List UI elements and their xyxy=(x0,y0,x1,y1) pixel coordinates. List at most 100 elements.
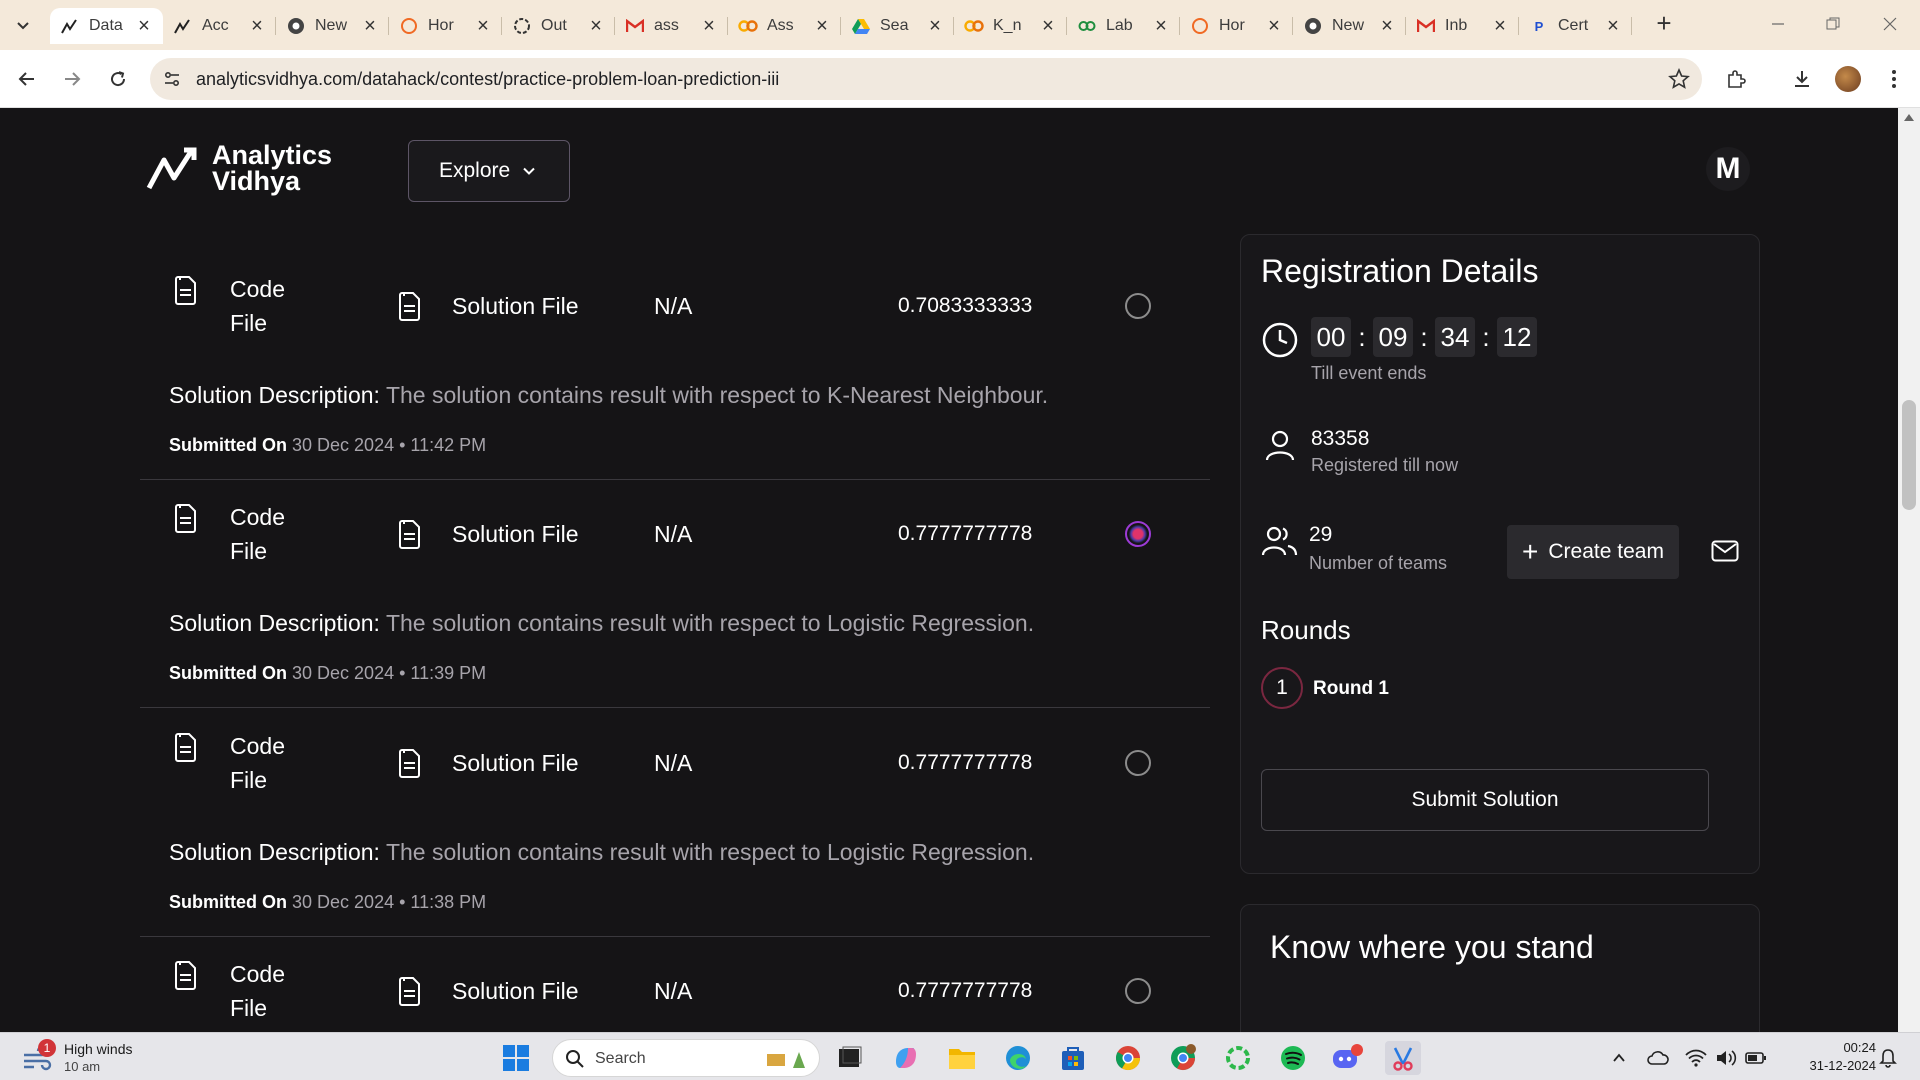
forward-button[interactable] xyxy=(57,64,87,94)
solution-file-link[interactable]: Solution File xyxy=(452,293,579,320)
browser-tab[interactable]: P Cert × xyxy=(1519,8,1632,44)
solution-file-link[interactable]: Solution File xyxy=(452,750,579,777)
task-view-button[interactable] xyxy=(832,1041,868,1075)
select-submission-radio[interactable] xyxy=(1125,750,1151,776)
submitted-key: Submitted On xyxy=(169,892,287,912)
volume-icon[interactable] xyxy=(1715,1047,1737,1069)
edge-button[interactable] xyxy=(1000,1041,1036,1075)
tab-close-icon[interactable]: × xyxy=(700,16,718,36)
extensions-button[interactable] xyxy=(1721,64,1751,94)
browser-tab[interactable]: New × xyxy=(276,8,389,44)
description-key: Solution Description: xyxy=(169,382,380,408)
solution-file-link[interactable]: Solution File xyxy=(452,521,579,548)
back-button[interactable] xyxy=(12,64,42,94)
downloads-button[interactable] xyxy=(1787,64,1817,94)
discord-button[interactable] xyxy=(1330,1041,1366,1075)
tab-close-icon[interactable]: × xyxy=(813,16,831,36)
select-submission-radio[interactable] xyxy=(1125,521,1151,547)
browser-tab[interactable]: Hor × xyxy=(1180,8,1293,44)
tab-close-icon[interactable]: × xyxy=(361,16,379,36)
spotify-button[interactable] xyxy=(1275,1041,1311,1075)
tab-close-icon[interactable]: × xyxy=(926,16,944,36)
code-file-label[interactable]: Code File xyxy=(230,729,285,797)
browser-tab[interactable]: Sea × xyxy=(841,8,954,44)
browser-tab[interactable]: K_n × xyxy=(954,8,1067,44)
submit-solution-button[interactable]: Submit Solution xyxy=(1261,769,1709,831)
taskbar-search[interactable]: Search xyxy=(552,1039,820,1077)
show-hidden-icons-button[interactable] xyxy=(1608,1047,1630,1069)
wifi-icon[interactable] xyxy=(1685,1047,1707,1069)
chrome-profile-button[interactable] xyxy=(1165,1041,1201,1075)
scroll-up-arrow-icon[interactable] xyxy=(1904,114,1914,121)
chrome-button[interactable] xyxy=(1110,1041,1146,1075)
tab-close-icon[interactable]: × xyxy=(587,16,605,36)
page-scrollbar[interactable] xyxy=(1898,108,1920,1032)
code-file-icon[interactable] xyxy=(172,275,198,305)
solution-file-icon[interactable] xyxy=(396,748,422,778)
reload-button[interactable] xyxy=(103,64,133,94)
close-window-button[interactable] xyxy=(1870,10,1910,38)
explore-dropdown[interactable]: Explore xyxy=(408,140,570,202)
tab-close-icon[interactable]: × xyxy=(1378,16,1396,36)
tab-close-icon[interactable]: × xyxy=(135,16,153,36)
start-button[interactable] xyxy=(498,1041,534,1075)
address-bar[interactable]: analyticsvidhya.com/datahack/contest/pra… xyxy=(150,58,1702,100)
tab-close-icon[interactable]: × xyxy=(1491,16,1509,36)
select-submission-radio[interactable] xyxy=(1125,978,1151,1004)
select-submission-radio[interactable] xyxy=(1125,293,1151,319)
browser-tab[interactable]: New × xyxy=(1293,8,1406,44)
weather-widget[interactable]: 1 High winds 10 am xyxy=(22,1039,182,1077)
tab-close-icon[interactable]: × xyxy=(1039,16,1057,36)
browser-menu-button[interactable] xyxy=(1879,64,1909,94)
round-label[interactable]: Round 1 xyxy=(1313,678,1389,700)
browser-tab[interactable]: Lab × xyxy=(1067,8,1180,44)
tab-search-button[interactable] xyxy=(9,12,37,38)
file-explorer-button[interactable] xyxy=(944,1041,980,1075)
snipping-tool-button[interactable] xyxy=(1385,1041,1421,1075)
store-button[interactable] xyxy=(1055,1041,1091,1075)
tab-close-icon[interactable]: × xyxy=(474,16,492,36)
battery-icon[interactable] xyxy=(1745,1047,1767,1069)
solution-file-icon[interactable] xyxy=(396,519,422,549)
create-team-button[interactable]: + Create team xyxy=(1507,525,1679,579)
tab-close-icon[interactable]: × xyxy=(1604,16,1622,36)
task-view-icon xyxy=(839,1046,862,1067)
url-text[interactable]: analyticsvidhya.com/datahack/contest/pra… xyxy=(196,69,779,90)
tab-close-icon[interactable]: × xyxy=(1265,16,1283,36)
onedrive-icon[interactable] xyxy=(1647,1047,1669,1069)
code-file-icon[interactable] xyxy=(172,503,198,533)
solution-file-icon[interactable] xyxy=(396,976,422,1006)
site-logo[interactable]: Analytics Vidhya xyxy=(146,142,332,195)
browser-tab[interactable]: Hor × xyxy=(389,8,502,44)
browser-tab[interactable]: Ass × xyxy=(728,8,841,44)
mail-icon[interactable] xyxy=(1711,540,1739,562)
user-avatar[interactable]: M xyxy=(1706,147,1750,191)
browser-tab[interactable]: Data × xyxy=(50,8,163,44)
tab-close-icon[interactable]: × xyxy=(1152,16,1170,36)
tab-close-icon[interactable]: × xyxy=(248,16,266,36)
browser-tab[interactable]: Out × xyxy=(502,8,615,44)
code-file-icon[interactable] xyxy=(172,732,198,762)
notifications-bell-icon[interactable] xyxy=(1877,1047,1899,1069)
code-file-label[interactable]: Code File xyxy=(230,272,285,340)
browser-tab[interactable]: Acc × xyxy=(163,8,276,44)
browser-tab[interactable]: ass × xyxy=(615,8,728,44)
copilot-button[interactable] xyxy=(888,1041,924,1075)
solution-file-icon[interactable] xyxy=(396,291,422,321)
solution-file-link[interactable]: Solution File xyxy=(452,978,579,1005)
system-clock[interactable]: 00:24 31-12-2024 xyxy=(1780,1039,1877,1075)
code-file-label[interactable]: Code File xyxy=(230,500,285,568)
new-tab-button[interactable]: + xyxy=(1652,10,1676,37)
loading-app-button[interactable] xyxy=(1220,1041,1256,1075)
code-file-label[interactable]: Code File xyxy=(230,957,285,1025)
drive-icon xyxy=(851,16,871,36)
site-info-icon[interactable] xyxy=(160,67,184,91)
solution-description: Solution Description: The solution conta… xyxy=(169,839,1034,866)
profile-button[interactable] xyxy=(1833,64,1863,94)
bookmark-star-icon[interactable] xyxy=(1668,68,1690,90)
restore-button[interactable] xyxy=(1813,10,1853,38)
minimize-button[interactable] xyxy=(1758,10,1798,38)
browser-tab[interactable]: Inb × xyxy=(1406,8,1519,44)
scroll-thumb[interactable] xyxy=(1902,400,1916,510)
code-file-icon[interactable] xyxy=(172,960,198,990)
